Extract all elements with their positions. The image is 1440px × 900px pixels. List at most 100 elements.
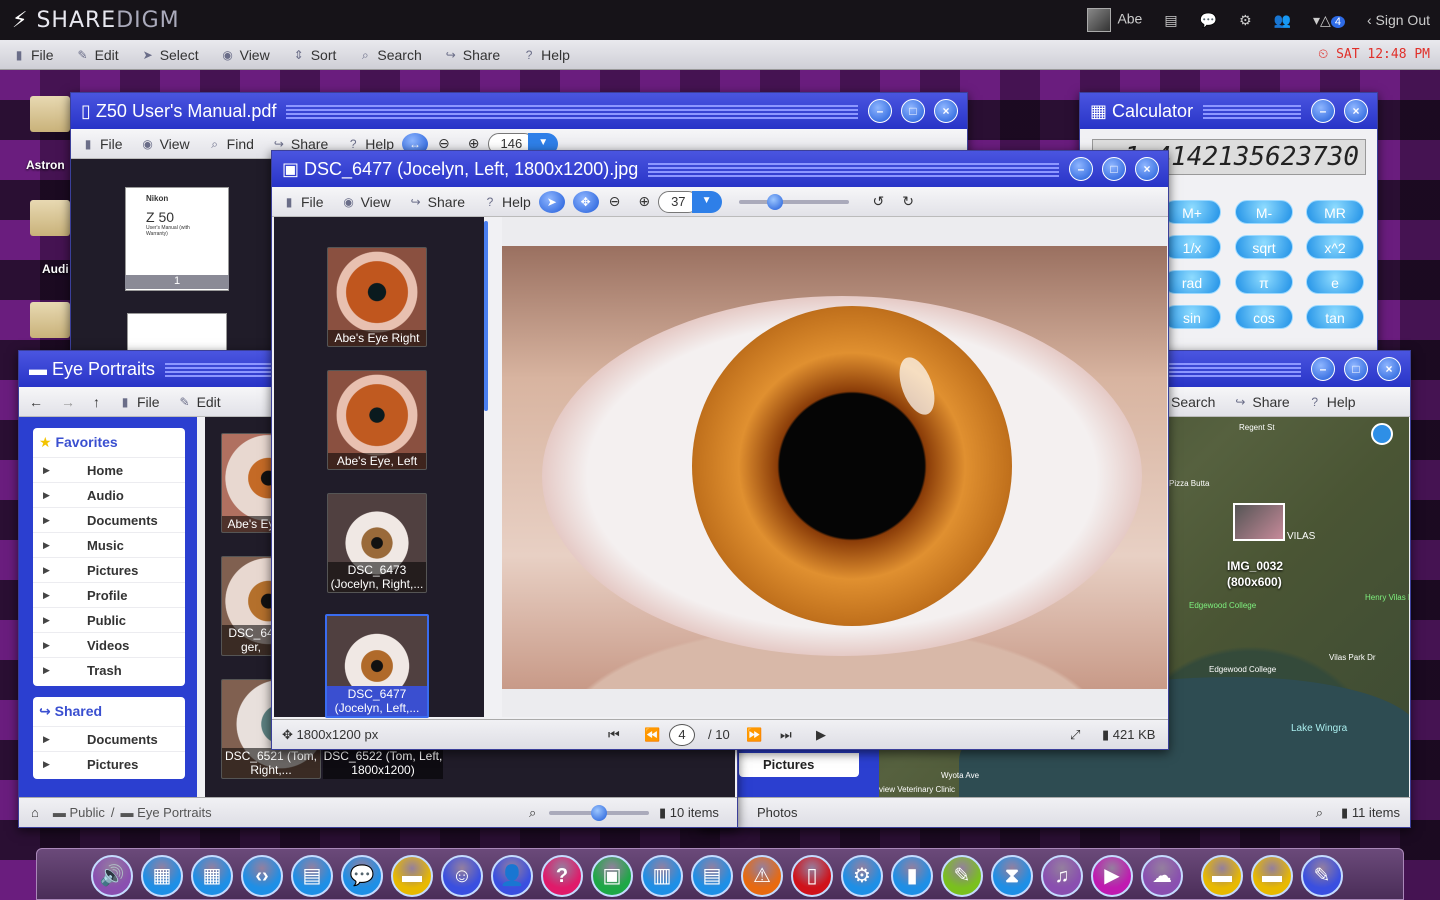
slider-knob[interactable] xyxy=(766,193,783,210)
calc-btn-tan[interactable]: tan xyxy=(1306,305,1364,329)
thumbnail-item-selected[interactable]: DSC_6477 (Jocelyn, Left,... xyxy=(325,614,429,718)
warning-icon[interactable]: ⚠ xyxy=(741,855,783,897)
smiley-icon[interactable]: ☺ xyxy=(441,855,483,897)
toolbar-edit[interactable]: ✎ Edit xyxy=(178,394,221,410)
user-menu[interactable]: Abe xyxy=(1087,8,1142,32)
paint-icon[interactable]: ✎ xyxy=(941,855,983,897)
play-button[interactable]: ▶ xyxy=(816,727,826,743)
toolbar-view[interactable]: ◉ View xyxy=(141,136,189,152)
menu-help[interactable]: ? Help xyxy=(522,47,570,63)
menu-search[interactable]: ⌕ Search xyxy=(358,47,422,63)
favorites-header[interactable]: ★ Favorites xyxy=(33,428,185,457)
pan-tool-icon[interactable]: ✥ xyxy=(572,190,599,213)
sidebar-item-audio[interactable]: ▶ Audio xyxy=(33,482,185,507)
slider-knob[interactable] xyxy=(591,805,607,821)
folder-icon[interactable]: ▬ xyxy=(391,855,433,897)
forward-icon[interactable]: → xyxy=(61,394,75,410)
maximize-button[interactable]: □ xyxy=(1344,357,1368,381)
prev-image-button[interactable]: ⏪ xyxy=(644,727,660,743)
folder-icon[interactable]: ▬ xyxy=(1201,855,1243,897)
thumbnail-item[interactable]: DSC_6473 (Jocelyn, Right,... xyxy=(327,493,427,593)
toolbar-help[interactable]: ? Help xyxy=(483,194,531,210)
title-bar[interactable]: ▯ Z50 User's Manual.pdf – □ × xyxy=(71,93,967,129)
close-button[interactable]: × xyxy=(1377,357,1401,381)
sign-out-button[interactable]: ‹ Sign Out xyxy=(1367,12,1430,28)
help-icon[interactable]: ? xyxy=(541,855,583,897)
file-label[interactable]: DSC_6522 (Tom, Left, 1800x1200) xyxy=(323,749,443,779)
up-icon[interactable]: ↑ xyxy=(93,394,100,410)
pdf-icon[interactable]: ▯ xyxy=(791,855,833,897)
breadcrumb-public[interactable]: ▬ Public xyxy=(53,805,105,820)
calc-btn-mplus[interactable]: M+ xyxy=(1163,200,1221,224)
page-input[interactable]: 4 xyxy=(669,724,695,746)
app-logo[interactable]: ⚡ SHAREDIGM xyxy=(12,8,180,33)
toolbar-search[interactable]: Search xyxy=(1171,394,1215,410)
home-icon[interactable]: ⌂ xyxy=(31,805,39,820)
minimize-button[interactable]: – xyxy=(1311,357,1335,381)
gear-icon[interactable]: ⚙ xyxy=(1239,12,1252,29)
folder-icon[interactable]: ▬ xyxy=(1251,855,1293,897)
status-path[interactable]: Photos xyxy=(757,805,797,820)
main-image[interactable] xyxy=(502,246,1167,689)
desktop-icon-audio[interactable] xyxy=(0,200,70,260)
minimize-button[interactable]: – xyxy=(868,99,892,123)
calc-btn-square[interactable]: x^2 xyxy=(1306,235,1364,259)
calc-btn-e[interactable]: e xyxy=(1306,270,1364,294)
menu-select[interactable]: ➤ Select xyxy=(141,47,199,63)
rotate-left-icon[interactable]: ↺ xyxy=(873,193,885,210)
calculator-icon[interactable]: ▦ xyxy=(141,855,183,897)
sidebar-item-documents[interactable]: ▶ Documents xyxy=(33,507,185,532)
menu-edit[interactable]: ✎ Edit xyxy=(76,47,119,63)
menu-file[interactable]: ▮ File xyxy=(12,47,54,63)
calc-btn-mminus[interactable]: M- xyxy=(1235,200,1293,224)
thumbnail-item[interactable]: Abe's Eye, Left xyxy=(327,370,427,470)
minimize-button[interactable]: – xyxy=(1069,157,1093,181)
chat-icon[interactable]: 💬 xyxy=(1200,12,1217,29)
toolbar-view[interactable]: ◉ View xyxy=(342,194,390,210)
toolbar-file[interactable]: ▮ File xyxy=(282,194,324,210)
chat-icon[interactable]: 💬 xyxy=(341,855,383,897)
map-pin[interactable] xyxy=(1233,503,1285,541)
title-bar[interactable]: ▣ DSC_6477 (Jocelyn, Left, 1800x1200).jp… xyxy=(272,151,1168,187)
thumbnail-size-slider[interactable] xyxy=(549,805,649,821)
zoom-slider[interactable] xyxy=(738,193,849,210)
sidebar-item-videos[interactable]: ▶ Videos xyxy=(33,632,185,657)
title-bar[interactable]: ▦ Calculator – × xyxy=(1080,93,1377,129)
map-book-icon[interactable] xyxy=(1371,423,1393,445)
photos-icon[interactable]: ▣ xyxy=(591,855,633,897)
sidebar-item-pictures[interactable]: ▶ Pictures xyxy=(33,557,185,582)
cloud-icon[interactable]: ☁ xyxy=(1141,855,1183,897)
sidebar-item-music[interactable]: ▶ Music xyxy=(33,532,185,557)
menu-view[interactable]: ◉ View xyxy=(221,47,269,63)
user-search-icon[interactable]: 👥 xyxy=(1274,12,1291,29)
close-button[interactable]: × xyxy=(1344,99,1368,123)
back-icon[interactable]: ← xyxy=(29,394,43,410)
calc-btn-reciprocal[interactable]: 1/x xyxy=(1163,235,1221,259)
chevron-down-icon[interactable]: ▼ xyxy=(691,190,722,213)
calc-btn-rad[interactable]: rad xyxy=(1163,270,1221,294)
first-image-button[interactable]: ⏮ xyxy=(608,727,620,743)
shared-item-pictures[interactable]: ▶ Pictures xyxy=(33,751,185,776)
shared-item-documents[interactable]: ▶ Documents xyxy=(33,726,185,751)
music-icon[interactable]: ♫ xyxy=(1041,855,1083,897)
calendar-icon[interactable]: ▦ xyxy=(191,855,233,897)
maximize-button[interactable]: □ xyxy=(901,99,925,123)
sidebar-item-trash[interactable]: ▶ Trash xyxy=(33,657,185,682)
alerts-menu[interactable]: ▾△ 4 xyxy=(1313,12,1345,29)
calc-btn-mr[interactable]: MR xyxy=(1306,200,1364,224)
toolbar-share[interactable]: ↪ Share xyxy=(1233,394,1289,410)
document-icon[interactable]: ▮ xyxy=(891,855,933,897)
menu-sort[interactable]: ⇕ Sort xyxy=(292,47,337,63)
zoom-out-icon[interactable]: ⊖ xyxy=(609,193,621,210)
dashboard-icon[interactable]: ▤ xyxy=(1164,12,1177,29)
calc-btn-sqrt[interactable]: sqrt xyxy=(1235,235,1293,259)
video-icon[interactable]: ▶ xyxy=(1091,855,1133,897)
maximize-button[interactable]: □ xyxy=(1102,157,1126,181)
thumbnail-item[interactable]: Abe's Eye Right xyxy=(327,247,427,347)
minimize-button[interactable]: – xyxy=(1311,99,1335,123)
calc-btn-sin[interactable]: sin xyxy=(1163,305,1221,329)
sidebar-item-profile[interactable]: ▶ Profile xyxy=(33,582,185,607)
code-icon[interactable]: ‹› xyxy=(241,855,283,897)
volume-icon[interactable]: 🔊 xyxy=(91,855,133,897)
user-icon[interactable]: 👤 xyxy=(491,855,533,897)
